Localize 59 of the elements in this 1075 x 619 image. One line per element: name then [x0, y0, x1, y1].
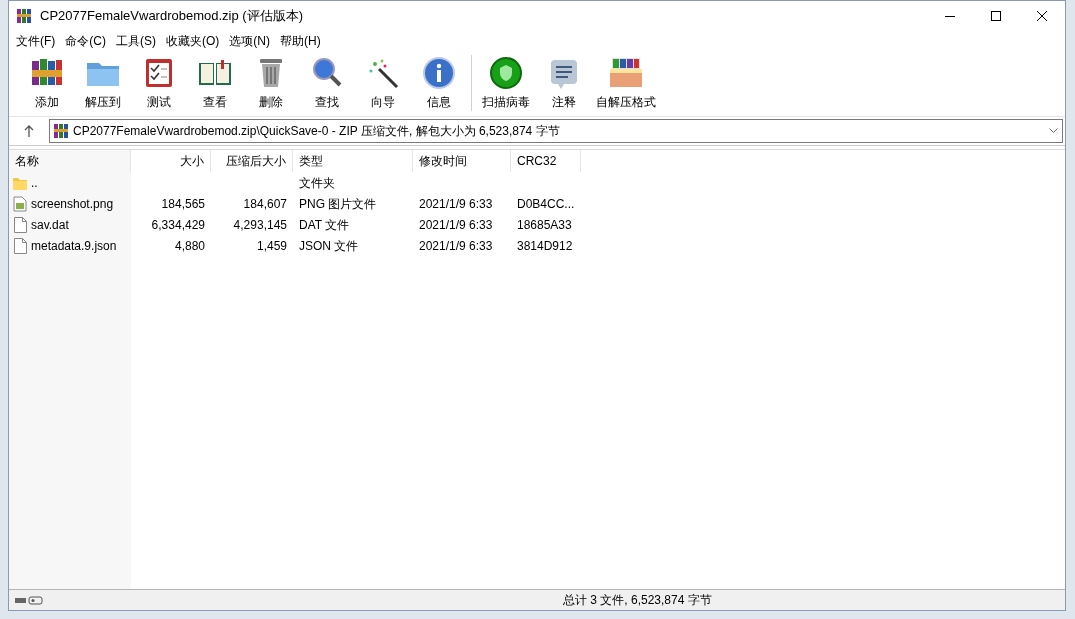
- menu-item[interactable]: 收藏夹(O): [161, 31, 225, 51]
- table-cell-text: 184,565: [161, 195, 205, 213]
- close-icon: [1037, 11, 1047, 21]
- table-cell-text: 4,293,145: [233, 216, 287, 234]
- table-cell-text: 4,880: [174, 237, 205, 255]
- table-cell-text: 2021/1/9 6:33: [419, 195, 493, 213]
- column-header[interactable]: 名称: [9, 150, 131, 172]
- toolbar-button[interactable]: 解压到: [75, 55, 131, 111]
- info-icon: [421, 55, 457, 91]
- table-cell-text: PNG 图片文件: [299, 195, 377, 213]
- menu-item[interactable]: 文件(F): [11, 31, 61, 51]
- file-icon: [12, 237, 28, 254]
- table-cell-text: 3814D912: [517, 237, 573, 255]
- shield-icon: [488, 55, 524, 91]
- column-header[interactable]: 修改时间: [413, 150, 511, 172]
- table-cell-text: 6,334,429: [151, 216, 205, 234]
- menu-item[interactable]: 工具(S): [111, 31, 161, 51]
- drive-icon: [15, 595, 43, 605]
- table-cell-text: 2021/1/9 6:33: [419, 237, 493, 255]
- menu-item[interactable]: 命令(C): [60, 31, 111, 51]
- menu-item[interactable]: 帮助(H): [275, 31, 326, 51]
- image-file-icon: [12, 195, 28, 212]
- status-text: 总计 3 文件, 6,523,874 字节: [563, 592, 712, 609]
- toolbar-button[interactable]: 测试: [131, 55, 187, 111]
- address-text: CP2077FemaleVwardrobemod.zip\QuickSave-0 - ZIP 压缩文件, 解包大小为 6,523,874 字节: [73, 123, 561, 140]
- maximize-icon: [991, 11, 1001, 21]
- up-arrow-icon: [24, 125, 34, 137]
- column-header[interactable]: 大小: [131, 150, 211, 172]
- table-cell-text: D0B4CC...: [517, 195, 575, 213]
- toolbar-button[interactable]: 自解压格式: [592, 55, 660, 111]
- toolbar-button[interactable]: 查找: [299, 55, 355, 111]
- table-cell-text: 文件夹: [299, 174, 335, 192]
- file-name[interactable]: metadata.9.json: [31, 236, 117, 255]
- table-cell-text: 184,607: [243, 195, 287, 213]
- table-cell-text: DAT 文件: [299, 216, 350, 234]
- archive-icon: [53, 123, 69, 139]
- file-icon: [12, 216, 28, 233]
- dropdown-caret-icon[interactable]: [1049, 128, 1058, 134]
- toolbar-button[interactable]: 注释: [536, 55, 592, 111]
- column-header[interactable]: 类型: [293, 150, 413, 172]
- archive-icon: [16, 8, 32, 24]
- toolbar-button[interactable]: 添加: [19, 55, 75, 111]
- toolbar-button[interactable]: 向导: [355, 55, 411, 111]
- file-name[interactable]: ..: [31, 173, 38, 192]
- table-cell-text: JSON 文件: [299, 237, 359, 255]
- address-field[interactable]: CP2077FemaleVwardrobemod.zip\QuickSave-0 - ZIP 压缩文件, 解包大小为 6,523,874 字节: [49, 119, 1063, 143]
- column-header[interactable]: 压缩后大小: [211, 150, 293, 172]
- toolbar-button[interactable]: 查看: [187, 55, 243, 111]
- table-cell-text: 18685A33: [517, 216, 572, 234]
- file-name[interactable]: sav.dat: [31, 215, 69, 234]
- toolbar-button[interactable]: 信息: [411, 55, 467, 111]
- window-title: CP2077FemaleVwardrobemod.zip (评估版本): [40, 7, 303, 26]
- table-cell-text: 1,459: [256, 237, 287, 255]
- file-name[interactable]: screenshot.png: [31, 194, 114, 213]
- toolbar-button[interactable]: 删除: [243, 55, 299, 111]
- table-cell-text: 2021/1/9 6:33: [419, 216, 493, 234]
- column-header[interactable]: CRC32: [511, 150, 581, 172]
- toolbar-button[interactable]: 扫描病毒: [476, 55, 536, 111]
- menu-item[interactable]: 选项(N): [224, 31, 275, 51]
